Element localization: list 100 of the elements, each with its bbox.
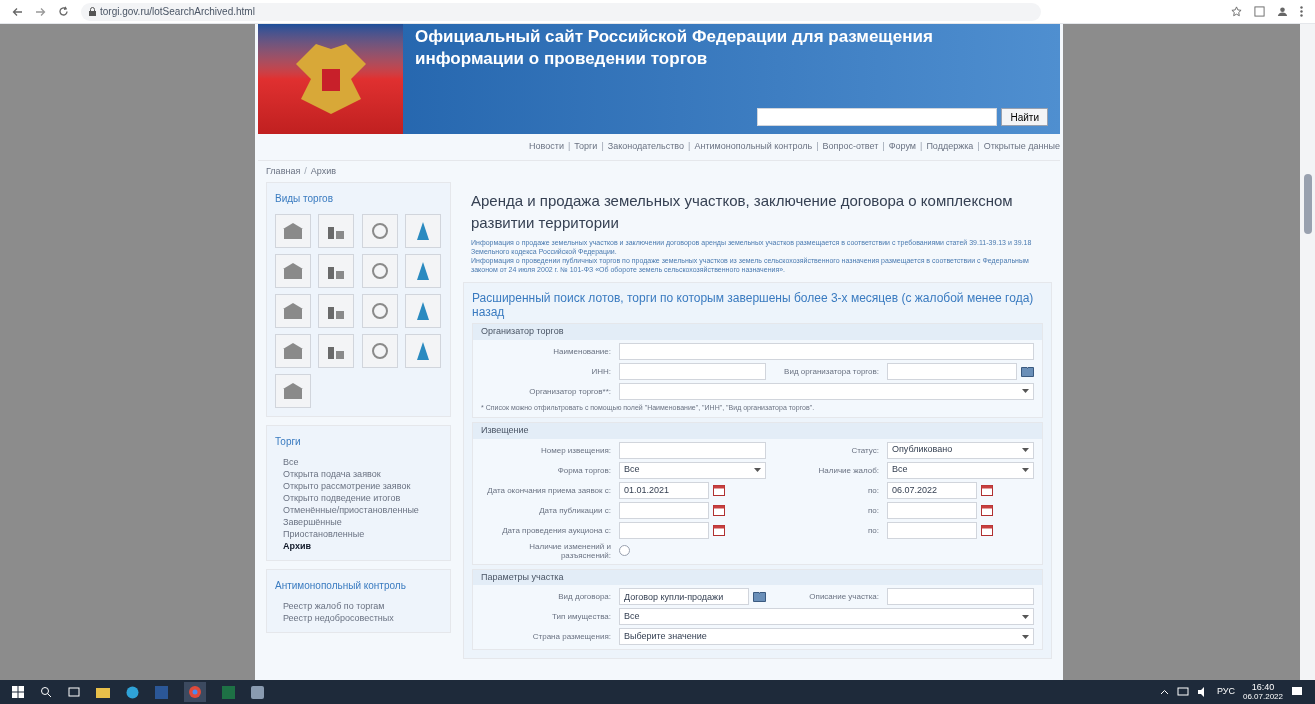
extensions-icon[interactable]: [1254, 6, 1265, 17]
calendar-icon[interactable]: [713, 524, 725, 536]
category-tile[interactable]: [404, 294, 441, 328]
sidebar-link[interactable]: Открыто рассмотрение заявок: [275, 481, 442, 492]
nav-link[interactable]: Законодательство: [607, 140, 685, 154]
field-label: ИНН:: [590, 366, 611, 376]
separator: |: [688, 140, 691, 153]
spreadsheet-app-icon[interactable]: [222, 685, 235, 699]
category-tile[interactable]: [404, 254, 441, 288]
category-tile[interactable]: [275, 334, 311, 368]
input-field[interactable]: [619, 342, 1034, 360]
document-app-icon[interactable]: [155, 685, 168, 699]
star-icon[interactable]: [1231, 6, 1242, 17]
calendar-icon[interactable]: [981, 524, 993, 536]
field-label: Номер извещения:: [540, 445, 611, 455]
date-field[interactable]: [619, 521, 709, 539]
date-field[interactable]: [887, 501, 977, 519]
separator: |: [977, 140, 980, 153]
category-tile[interactable]: [275, 294, 311, 328]
sidebar-link[interactable]: Реестр недобросовестных: [275, 613, 442, 624]
browser-icon[interactable]: [184, 682, 206, 702]
network-icon[interactable]: [1176, 687, 1189, 697]
clock[interactable]: 16:40 06.07.2022: [1242, 682, 1283, 702]
field-label: Дата проведения аукциона с:: [501, 525, 611, 535]
sidebar-link[interactable]: Отменённые/приостановленные: [275, 505, 442, 516]
sidebar-link[interactable]: Завершённые: [275, 517, 442, 528]
task-view-icon[interactable]: [68, 686, 80, 698]
menu-icon[interactable]: [1300, 6, 1303, 17]
checkbox[interactable]: [619, 545, 630, 556]
book-icon[interactable]: [753, 591, 766, 602]
nav-link[interactable]: Торги: [574, 140, 598, 154]
nav-link[interactable]: Новости: [529, 140, 564, 154]
dropdown[interactable]: Опубликовано: [887, 441, 1034, 459]
separator: |: [567, 140, 571, 153]
category-tile[interactable]: [361, 294, 398, 328]
section-legend: Извещение: [473, 423, 1042, 439]
category-tile[interactable]: [404, 214, 441, 248]
field-label: Вид договора:: [557, 592, 611, 601]
category-tile[interactable]: [404, 334, 441, 368]
caret-icon: [1022, 634, 1029, 639]
calendar-icon[interactable]: [713, 484, 725, 496]
chevron-up-icon[interactable]: [1159, 689, 1169, 695]
category-tile[interactable]: [275, 214, 311, 248]
language-indicator[interactable]: РУС: [1216, 685, 1235, 699]
sidebar-link[interactable]: Приостановленные: [275, 529, 442, 540]
nav-link[interactable]: Форум: [888, 140, 917, 154]
app-icon[interactable]: [251, 685, 264, 699]
input-field[interactable]: [887, 588, 1034, 605]
category-tile[interactable]: [361, 254, 398, 288]
input-field[interactable]: [619, 362, 766, 380]
field-label: Статус:: [850, 445, 879, 455]
forward-icon[interactable]: [35, 6, 46, 17]
dropdown[interactable]: Все: [619, 608, 1034, 625]
sidebar-link[interactable]: Открыто подведение итогов: [275, 493, 442, 504]
category-tile[interactable]: [318, 294, 355, 328]
input-field[interactable]: Договор купли-продажи: [619, 588, 749, 605]
date-field[interactable]: 01.01.2021: [619, 481, 709, 499]
date-field[interactable]: [619, 501, 709, 519]
category-tile[interactable]: [318, 254, 355, 288]
dropdown[interactable]: Все: [887, 461, 1034, 479]
nav-link[interactable]: Поддержка: [926, 140, 974, 154]
book-icon[interactable]: [1021, 365, 1034, 377]
address-bar[interactable]: torgi.gov.ru/lotSearchArchived.html: [81, 2, 1041, 21]
reload-icon[interactable]: [58, 6, 69, 17]
date-field[interactable]: [887, 521, 977, 539]
back-icon[interactable]: [12, 6, 23, 17]
dropdown[interactable]: Все: [619, 461, 766, 479]
sidebar-link[interactable]: Открыта подача заявок: [275, 469, 442, 480]
input-field[interactable]: [619, 441, 766, 459]
calendar-icon[interactable]: [713, 504, 725, 516]
date-field[interactable]: 06.07.2022: [887, 481, 977, 499]
sidebar-link[interactable]: Все: [275, 457, 442, 468]
category-tile[interactable]: [275, 254, 311, 288]
caret-icon: [1022, 468, 1029, 472]
scrollbar[interactable]: [1300, 24, 1315, 680]
category-tile[interactable]: [361, 214, 398, 248]
category-tile[interactable]: [318, 334, 355, 368]
nav-link[interactable]: Вопрос-ответ: [822, 140, 879, 154]
browser-icon[interactable]: [126, 685, 139, 699]
dropdown[interactable]: Выберите значение: [619, 628, 1034, 645]
windows-start-icon[interactable]: [12, 686, 24, 698]
notifications-icon[interactable]: [1291, 686, 1303, 698]
field-label: Описание участка:: [808, 592, 879, 601]
nav-link[interactable]: Антимонопольный контроль: [694, 140, 813, 154]
calendar-icon[interactable]: [981, 484, 993, 496]
sidebar-link[interactable]: Реестр жалоб по торгам: [275, 601, 442, 612]
search-field[interactable]: [757, 108, 998, 126]
breadcrumb-link[interactable]: Архив: [310, 164, 336, 178]
category-tile[interactable]: [318, 214, 355, 248]
breadcrumb-link[interactable]: Главная: [266, 164, 301, 178]
calendar-icon[interactable]: [981, 504, 993, 516]
category-tile[interactable]: [275, 374, 311, 408]
folder-icon[interactable]: [96, 686, 110, 698]
nav-link[interactable]: Открытые данные: [983, 140, 1060, 154]
profile-icon[interactable]: [1277, 6, 1288, 17]
search-button[interactable]: Найти: [1001, 108, 1048, 126]
input-field[interactable]: [887, 362, 1017, 380]
search-icon[interactable]: [40, 686, 52, 698]
category-tile[interactable]: [361, 334, 398, 368]
sidebar-link[interactable]: Архив: [275, 541, 442, 552]
